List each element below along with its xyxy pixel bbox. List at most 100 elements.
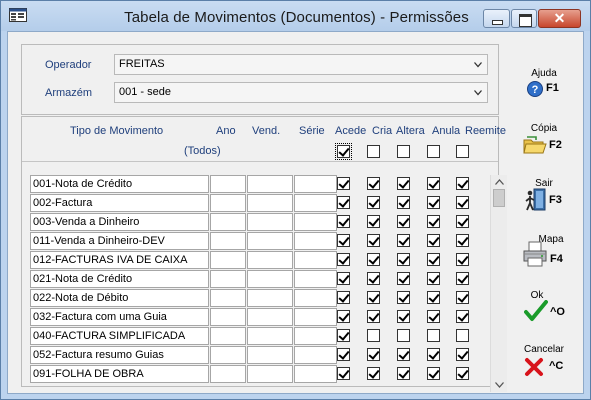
operador-select[interactable]: FREITAS	[114, 54, 488, 75]
reemite-checkbox[interactable]	[456, 272, 469, 285]
serie-cell[interactable]	[294, 232, 337, 250]
altera-checkbox[interactable]	[397, 348, 410, 361]
cria-checkbox[interactable]	[367, 367, 380, 380]
copia-button[interactable]: Cópia F2	[512, 123, 576, 159]
reemite-checkbox[interactable]	[456, 310, 469, 323]
anula-checkbox[interactable]	[427, 196, 440, 209]
ano-cell[interactable]	[210, 289, 246, 307]
vend-cell[interactable]	[247, 308, 293, 326]
tipo-cell[interactable]: 032-Factura com uma Guia	[30, 308, 209, 326]
serie-cell[interactable]	[294, 289, 337, 307]
table-row[interactable]: 012-FACTURAS IVA DE CAIXA	[30, 251, 480, 269]
table-row[interactable]: 001-Nota de Crédito	[30, 175, 480, 193]
serie-cell[interactable]	[294, 308, 337, 326]
cria-checkbox[interactable]	[367, 234, 380, 247]
scroll-thumb[interactable]	[493, 189, 505, 207]
vend-cell[interactable]	[247, 327, 293, 345]
reemite-checkbox[interactable]	[456, 291, 469, 304]
acede-checkbox[interactable]	[337, 329, 350, 342]
table-row[interactable]: 040-FACTURA SIMPLIFICADA	[30, 327, 480, 345]
altera-checkbox[interactable]	[397, 310, 410, 323]
anula-checkbox[interactable]	[427, 272, 440, 285]
minimize-button[interactable]	[483, 9, 510, 28]
altera-checkbox[interactable]	[397, 253, 410, 266]
acede-checkbox[interactable]	[337, 348, 350, 361]
vend-cell[interactable]	[247, 251, 293, 269]
serie-cell[interactable]	[294, 213, 337, 231]
cria-checkbox[interactable]	[367, 253, 380, 266]
vend-cell[interactable]	[247, 194, 293, 212]
acede-checkbox[interactable]	[337, 196, 350, 209]
altera-checkbox[interactable]	[397, 367, 410, 380]
scroll-down-arrow-icon[interactable]	[495, 382, 504, 388]
acede-checkbox[interactable]	[337, 272, 350, 285]
reemite-checkbox[interactable]	[456, 367, 469, 380]
ajuda-button[interactable]: Ajuda ? F1	[512, 68, 576, 104]
ano-cell[interactable]	[210, 270, 246, 288]
cria-checkbox[interactable]	[367, 272, 380, 285]
table-row[interactable]: 002-Factura	[30, 194, 480, 212]
acede-checkbox[interactable]	[337, 291, 350, 304]
acede-checkbox[interactable]	[337, 367, 350, 380]
vend-cell[interactable]	[247, 232, 293, 250]
table-row[interactable]: 021-Nota de Crédito	[30, 270, 480, 288]
anula-checkbox[interactable]	[427, 234, 440, 247]
scroll-up-arrow-icon[interactable]	[495, 179, 504, 185]
tipo-cell[interactable]: 003-Venda a Dinheiro	[30, 213, 209, 231]
cria-checkbox[interactable]	[367, 310, 380, 323]
altera-checkbox[interactable]	[397, 234, 410, 247]
anula-checkbox[interactable]	[427, 253, 440, 266]
cria-checkbox[interactable]	[367, 215, 380, 228]
table-row[interactable]: 091-FOLHA DE OBRA	[30, 365, 480, 383]
vend-cell[interactable]	[247, 289, 293, 307]
tipo-cell[interactable]: 011-Venda a Dinheiro-DEV	[30, 232, 209, 250]
title-bar[interactable]: Tabela de Movimentos (Documentos) - Perm…	[1, 1, 590, 31]
mapa-button[interactable]: Mapa F4	[512, 234, 576, 274]
altera-checkbox[interactable]	[397, 196, 410, 209]
reemite-checkbox[interactable]	[456, 348, 469, 361]
anula-checkbox[interactable]	[427, 215, 440, 228]
tipo-cell[interactable]: 052-Factura resumo Guias	[30, 346, 209, 364]
serie-cell[interactable]	[294, 327, 337, 345]
reemite-checkbox[interactable]	[456, 253, 469, 266]
close-button[interactable]: ✕	[538, 9, 581, 28]
anula-checkbox[interactable]	[427, 367, 440, 380]
table-row[interactable]: 022-Nota de Débito	[30, 289, 480, 307]
table-row[interactable]: 003-Venda a Dinheiro	[30, 213, 480, 231]
ano-cell[interactable]	[210, 175, 246, 193]
tipo-cell[interactable]: 001-Nota de Crédito	[30, 175, 209, 193]
reemite-checkbox[interactable]	[456, 196, 469, 209]
serie-cell[interactable]	[294, 194, 337, 212]
acede-checkbox[interactable]	[337, 215, 350, 228]
tipo-cell[interactable]: 022-Nota de Débito	[30, 289, 209, 307]
todos-reemite-checkbox[interactable]	[456, 145, 469, 158]
anula-checkbox[interactable]	[427, 310, 440, 323]
anula-checkbox[interactable]	[427, 348, 440, 361]
tipo-cell[interactable]: 012-FACTURAS IVA DE CAIXA	[30, 251, 209, 269]
vend-cell[interactable]	[247, 175, 293, 193]
acede-checkbox[interactable]	[337, 177, 350, 190]
serie-cell[interactable]	[294, 346, 337, 364]
table-row[interactable]: 052-Factura resumo Guias	[30, 346, 480, 364]
altera-checkbox[interactable]	[397, 272, 410, 285]
vend-cell[interactable]	[247, 213, 293, 231]
acede-checkbox[interactable]	[337, 310, 350, 323]
serie-cell[interactable]	[294, 175, 337, 193]
altera-checkbox[interactable]	[397, 177, 410, 190]
tipo-cell[interactable]: 002-Factura	[30, 194, 209, 212]
table-row[interactable]: 011-Venda a Dinheiro-DEV	[30, 232, 480, 250]
vertical-scrollbar[interactable]	[490, 175, 507, 392]
reemite-checkbox[interactable]	[456, 177, 469, 190]
cria-checkbox[interactable]	[367, 348, 380, 361]
ano-cell[interactable]	[210, 232, 246, 250]
reemite-checkbox[interactable]	[456, 234, 469, 247]
altera-checkbox[interactable]	[397, 215, 410, 228]
vend-cell[interactable]	[247, 270, 293, 288]
todos-anula-checkbox[interactable]	[427, 145, 440, 158]
acede-checkbox[interactable]	[337, 253, 350, 266]
ano-cell[interactable]	[210, 346, 246, 364]
cancelar-button[interactable]: Cancelar ^C	[512, 344, 576, 384]
serie-cell[interactable]	[294, 251, 337, 269]
ano-cell[interactable]	[210, 327, 246, 345]
ano-cell[interactable]	[210, 308, 246, 326]
